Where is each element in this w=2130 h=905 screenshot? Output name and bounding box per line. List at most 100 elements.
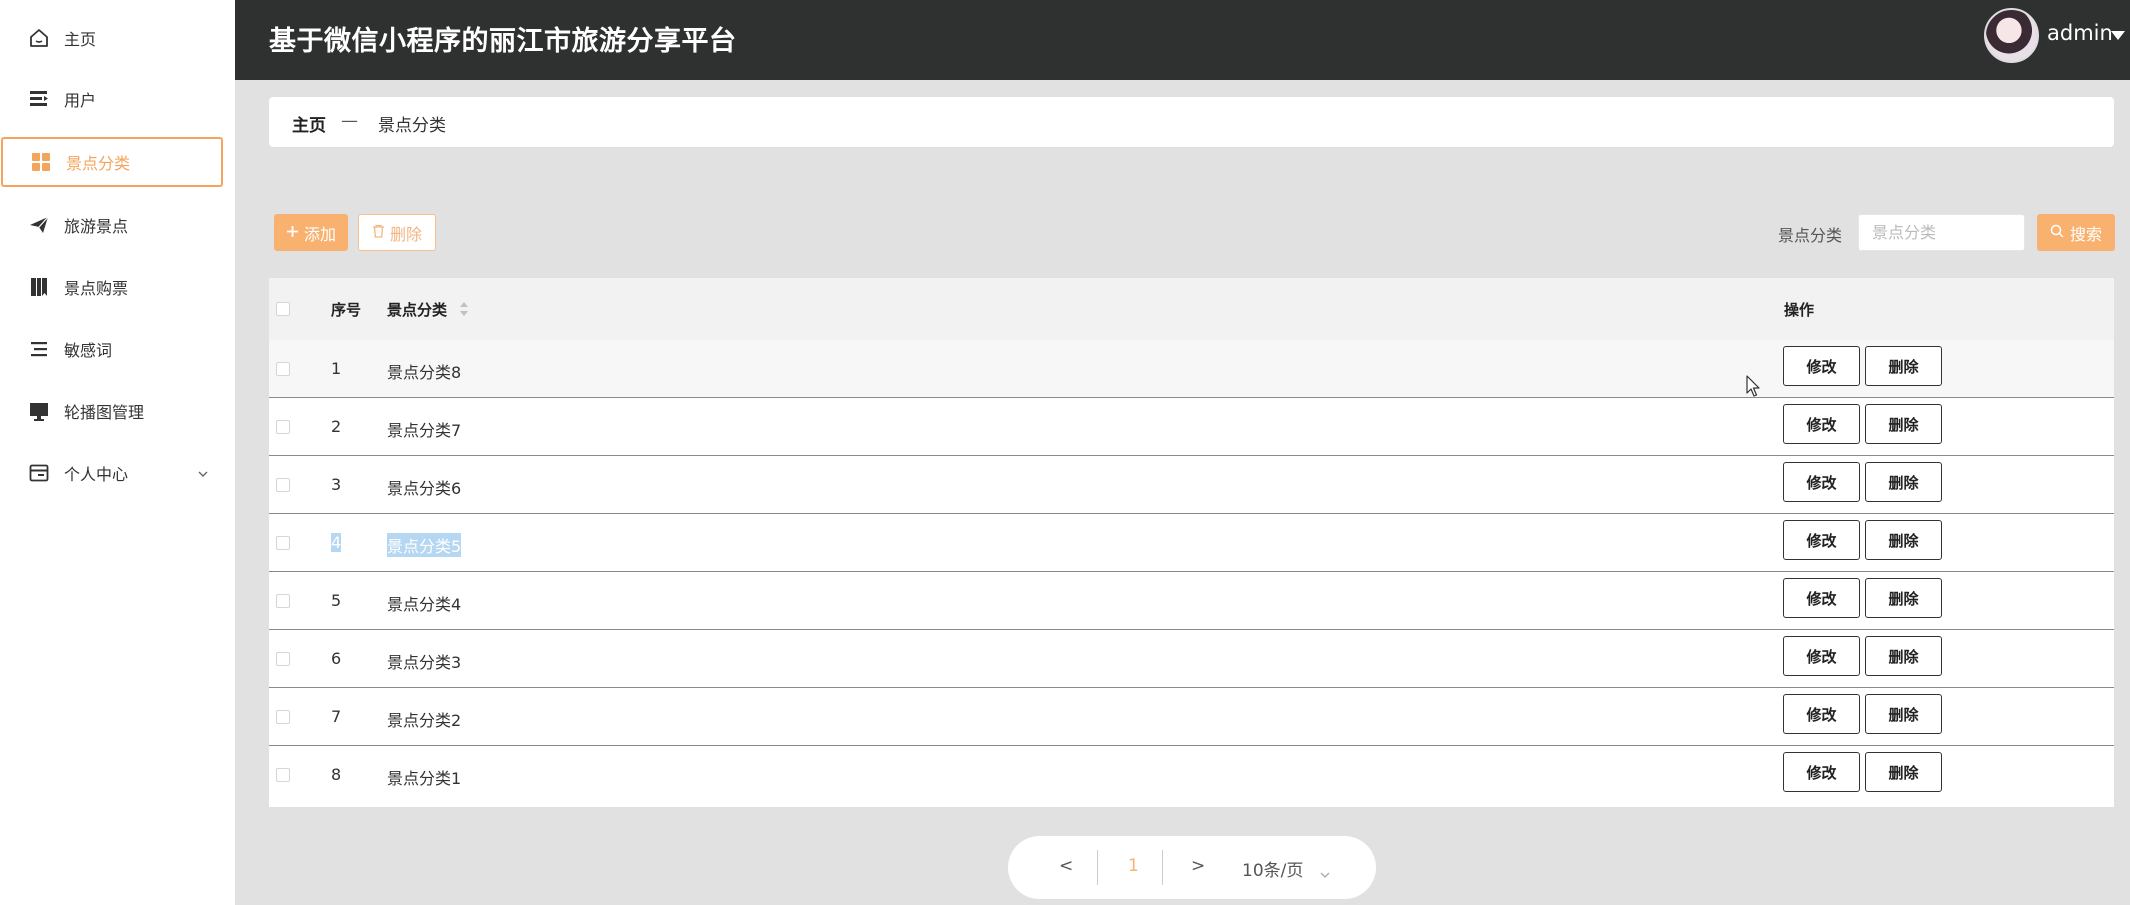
delete-button[interactable]: 删除 <box>1865 578 1942 618</box>
plus-icon <box>286 223 299 242</box>
sidebar-item-tickets[interactable]: 景点购票 <box>0 262 235 312</box>
table-row: 4 景点分类5 修改 删除 <box>269 514 2114 572</box>
chevron-down-icon <box>197 465 209 477</box>
sort-icon[interactable] <box>459 301 469 317</box>
sidebar-item-scenic-spots[interactable]: 旅游景点 <box>0 200 235 250</box>
table-header: 序号 景点分类 操作 <box>269 278 2114 340</box>
delete-button[interactable]: 删除 <box>1865 694 1942 734</box>
search-icon <box>2050 223 2064 242</box>
sidebar-item-label: 景点分类 <box>66 154 131 173</box>
sidebar-item-home[interactable]: 主页 <box>0 13 235 63</box>
sidebar-item-sensitive-words[interactable]: 敏感词 <box>0 324 235 374</box>
edit-button[interactable]: 修改 <box>1783 462 1860 502</box>
data-table: 序号 景点分类 操作 1 景点分类8 修改 删除 2 景点分类7 修改 删除 3… <box>269 278 2114 807</box>
sidebar-item-carousel[interactable]: 轮播图管理 <box>0 386 235 436</box>
prev-page-button[interactable]: < <box>1059 856 1073 876</box>
sidebar: 主页 用户 景点分类 旅游景点 景点购票 敏感词 轮播图管理 个人中心 <box>0 0 235 905</box>
sidebar-item-scenic-category[interactable]: 景点分类 <box>1 137 223 187</box>
column-header-category[interactable]: 景点分类 <box>387 299 447 320</box>
row-checkbox[interactable] <box>276 478 290 492</box>
sidebar-item-label: 景点购票 <box>64 279 129 298</box>
row-index: 1 <box>331 359 342 378</box>
page-number[interactable]: 1 <box>1128 856 1139 876</box>
edit-button[interactable]: 修改 <box>1783 636 1860 676</box>
delete-button[interactable]: 删除 <box>1865 752 1942 792</box>
sidebar-item-label: 轮播图管理 <box>64 403 145 422</box>
list-icon <box>27 337 51 361</box>
grid-icon <box>29 150 53 174</box>
select-all-checkbox[interactable] <box>276 302 290 316</box>
edit-button[interactable]: 修改 <box>1783 346 1860 386</box>
row-checkbox[interactable] <box>276 652 290 666</box>
edit-button[interactable]: 修改 <box>1783 694 1860 734</box>
caret-down-icon[interactable] <box>2111 31 2125 40</box>
delete-button[interactable]: 删除 <box>1865 520 1942 560</box>
sidebar-item-label: 个人中心 <box>64 465 129 484</box>
row-index: 4 <box>331 533 342 552</box>
username[interactable]: admin <box>2047 21 2113 45</box>
paper-plane-icon <box>27 213 51 237</box>
sidebar-item-label: 旅游景点 <box>64 217 129 236</box>
row-index: 2 <box>331 417 342 436</box>
row-checkbox[interactable] <box>276 362 290 376</box>
add-button[interactable]: 添加 <box>274 214 348 251</box>
column-header-actions: 操作 <box>1784 301 1815 319</box>
sidebar-item-personal-center[interactable]: 个人中心 <box>0 448 235 498</box>
row-index: 7 <box>331 707 342 726</box>
chevron-down-icon[interactable] <box>1320 864 1330 878</box>
search-button[interactable]: 搜索 <box>2037 214 2115 251</box>
search-button-label: 搜索 <box>2069 224 2102 244</box>
mouse-cursor-icon <box>1746 375 1762 399</box>
breadcrumb-current: 景点分类 <box>378 116 446 136</box>
divider <box>1162 850 1163 885</box>
table-row: 3 景点分类6 修改 删除 <box>269 456 2114 514</box>
table-row: 6 景点分类3 修改 删除 <box>269 630 2114 688</box>
table-row: 8 景点分类1 修改 删除 <box>269 746 2114 804</box>
column-header-index: 序号 <box>331 301 362 319</box>
edit-button[interactable]: 修改 <box>1783 578 1860 618</box>
row-category: 景点分类5 <box>387 533 462 557</box>
delete-button[interactable]: 删除 <box>1865 462 1942 502</box>
row-category: 景点分类6 <box>387 479 462 498</box>
edit-button[interactable]: 修改 <box>1783 404 1860 444</box>
bulk-delete-button[interactable]: 删除 <box>358 214 436 251</box>
breadcrumb-home[interactable]: 主页 <box>292 111 326 136</box>
row-category: 景点分类1 <box>387 769 462 788</box>
app-title: 基于微信小程序的丽江市旅游分享平台 <box>269 26 737 57</box>
avatar[interactable] <box>1984 8 2039 63</box>
row-checkbox[interactable] <box>276 768 290 782</box>
home-icon <box>27 26 51 50</box>
row-checkbox[interactable] <box>276 594 290 608</box>
delete-button[interactable]: 删除 <box>1865 636 1942 676</box>
row-checkbox[interactable] <box>276 420 290 434</box>
row-index: 6 <box>331 649 342 668</box>
edit-button[interactable]: 修改 <box>1783 752 1860 792</box>
trash-icon <box>372 223 385 242</box>
pagination: < 1 > 10条/页 <box>1008 836 1376 899</box>
sidebar-item-label: 主页 <box>64 30 97 49</box>
row-category: 景点分类3 <box>387 653 462 672</box>
user-list-icon <box>27 87 51 111</box>
row-category: 景点分类4 <box>387 595 462 614</box>
breadcrumb: 主页 — 景点分类 <box>269 97 2114 147</box>
top-header: 基于微信小程序的丽江市旅游分享平台 admin <box>235 0 2130 80</box>
row-checkbox[interactable] <box>276 710 290 724</box>
table-row: 2 景点分类7 修改 删除 <box>269 398 2114 456</box>
edit-button[interactable]: 修改 <box>1783 520 1860 560</box>
delete-button[interactable]: 删除 <box>1865 404 1942 444</box>
next-page-button[interactable]: > <box>1191 856 1205 876</box>
delete-button[interactable]: 删除 <box>1865 346 1942 386</box>
row-index: 8 <box>331 765 342 784</box>
search-label: 景点分类 <box>1778 226 1843 245</box>
search-input[interactable] <box>1858 214 2025 251</box>
page-size-select[interactable]: 10条/页 <box>1242 856 1303 881</box>
row-category: 景点分类7 <box>387 421 462 440</box>
divider <box>1097 850 1098 885</box>
row-category: 景点分类8 <box>387 363 462 382</box>
row-index: 3 <box>331 475 342 494</box>
row-index: 5 <box>331 591 342 610</box>
row-checkbox[interactable] <box>276 536 290 550</box>
table-row: 7 景点分类2 修改 删除 <box>269 688 2114 746</box>
sidebar-item-users[interactable]: 用户 <box>0 74 235 124</box>
card-icon <box>27 461 51 485</box>
